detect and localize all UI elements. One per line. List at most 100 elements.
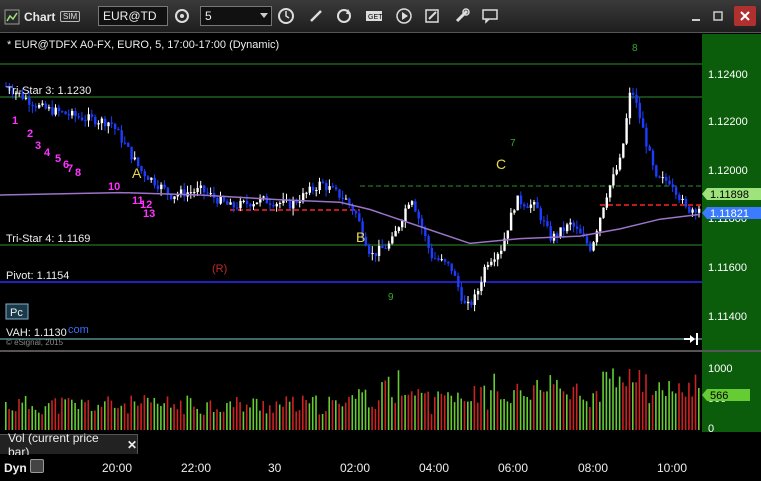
settings-icon[interactable] [172,6,192,26]
volume-bar [628,369,631,430]
volume-bar [595,391,598,430]
volume-bar [209,400,212,430]
volume-study-tab[interactable]: Vol (current price bar) ✕ [0,431,138,459]
candle-body [536,202,539,209]
candle-body [28,97,31,105]
candle-body [688,206,691,213]
volume-bar [189,398,192,430]
count-label: 13 [143,208,155,220]
candle-body [239,200,242,209]
pencil-icon[interactable] [306,6,326,26]
volume-bar [206,402,208,430]
volume-bar [28,409,30,430]
candle-body [506,230,509,239]
candle-body [440,259,443,261]
candle-body [84,120,87,122]
candle-body [255,202,259,205]
candle-body [381,245,384,249]
volume-bars [5,368,700,430]
price-tick: 1.12400 [708,69,748,81]
volume-bar [110,400,113,430]
price-chart[interactable]: 1234 5 67 810111213789 * EUR@TDFX A0-FX, EU… [0,34,761,350]
candle-body [80,117,84,121]
candle-body [163,184,166,188]
interval-clock-icon[interactable] [276,6,296,26]
candle-body [100,118,104,124]
candle-body [315,190,318,192]
volume-bar [278,404,281,430]
candle-body [344,198,348,200]
restore-button[interactable] [708,6,728,26]
volume-bar [226,403,228,430]
candle-body [335,187,338,190]
volume-bar [318,414,321,430]
candle-body [31,104,34,107]
candle-body [691,209,694,213]
refresh-icon[interactable] [334,6,354,26]
candle-body [427,235,430,248]
minimize-button[interactable] [686,6,706,26]
volume-bar [232,407,235,430]
candle-body [377,245,381,256]
volume-bar [212,412,215,430]
candle-body [443,259,447,262]
time-axis[interactable]: Dyn 20:00 22:00 30 02:00 04:00 06:00 08:… [0,455,761,481]
volume-bar [618,376,621,430]
volume-bar [38,412,40,430]
tools-icon[interactable] [452,6,472,26]
volume-bar [275,401,278,430]
candle-body [453,271,457,276]
volume-bar [559,388,561,430]
price-tick: 1.11400 [708,311,747,323]
volume-bar [500,399,502,430]
candle-body [61,111,64,113]
edit-icon[interactable] [422,6,442,26]
volume-chart[interactable]: 1000 500 0 566 [0,350,761,432]
volume-bar [265,413,268,430]
candle-body [193,192,196,194]
count-label: 3 [35,140,41,152]
pane-divider[interactable] [0,350,761,352]
volume-bar [377,400,380,430]
ma-price-badge: 1.11821 [702,207,761,220]
time-label: 06:00 [498,461,529,475]
volume-bar [262,401,264,430]
get-icon[interactable]: GET [364,6,384,26]
candle-body [321,181,325,184]
candle-body [655,165,658,177]
candle-body [196,187,199,193]
volume-bar [533,385,535,430]
candle-body [599,217,602,232]
candle-body [64,111,67,115]
close-icon[interactable]: ✕ [127,438,137,452]
candle-body [407,204,410,209]
volume-bar [170,407,172,430]
close-button[interactable] [734,6,756,26]
candle-body [622,143,625,158]
candle-body [681,198,684,201]
svg-text:1.11821: 1.11821 [710,208,749,220]
comment-icon[interactable] [480,6,500,26]
symbol-input[interactable]: EUR@TD [98,6,168,26]
interval-value: 5 [205,9,212,23]
marker-b: B [356,229,365,245]
candle-body [648,146,651,151]
volume-bar [183,414,185,430]
svg-text:Pc: Pc [10,307,23,319]
dynamic-toggle-icon[interactable] [30,459,44,473]
svg-text:GET: GET [368,14,383,21]
candle-body [602,207,605,218]
volume-bar [176,409,179,430]
candle-body [298,201,302,203]
candle-body [143,171,146,177]
volume-bar [691,396,693,430]
candle-body [189,192,193,194]
pc-button[interactable]: Pc [5,303,29,320]
play-icon[interactable] [394,6,414,26]
interval-select[interactable]: 5 [200,6,272,26]
candle-body [123,142,127,144]
candle-body [51,107,54,115]
candle-body [519,195,523,205]
volume-bar [229,401,231,430]
chart-window-titlebar: Chart SIM EUR@TD 5 GET [0,0,761,33]
